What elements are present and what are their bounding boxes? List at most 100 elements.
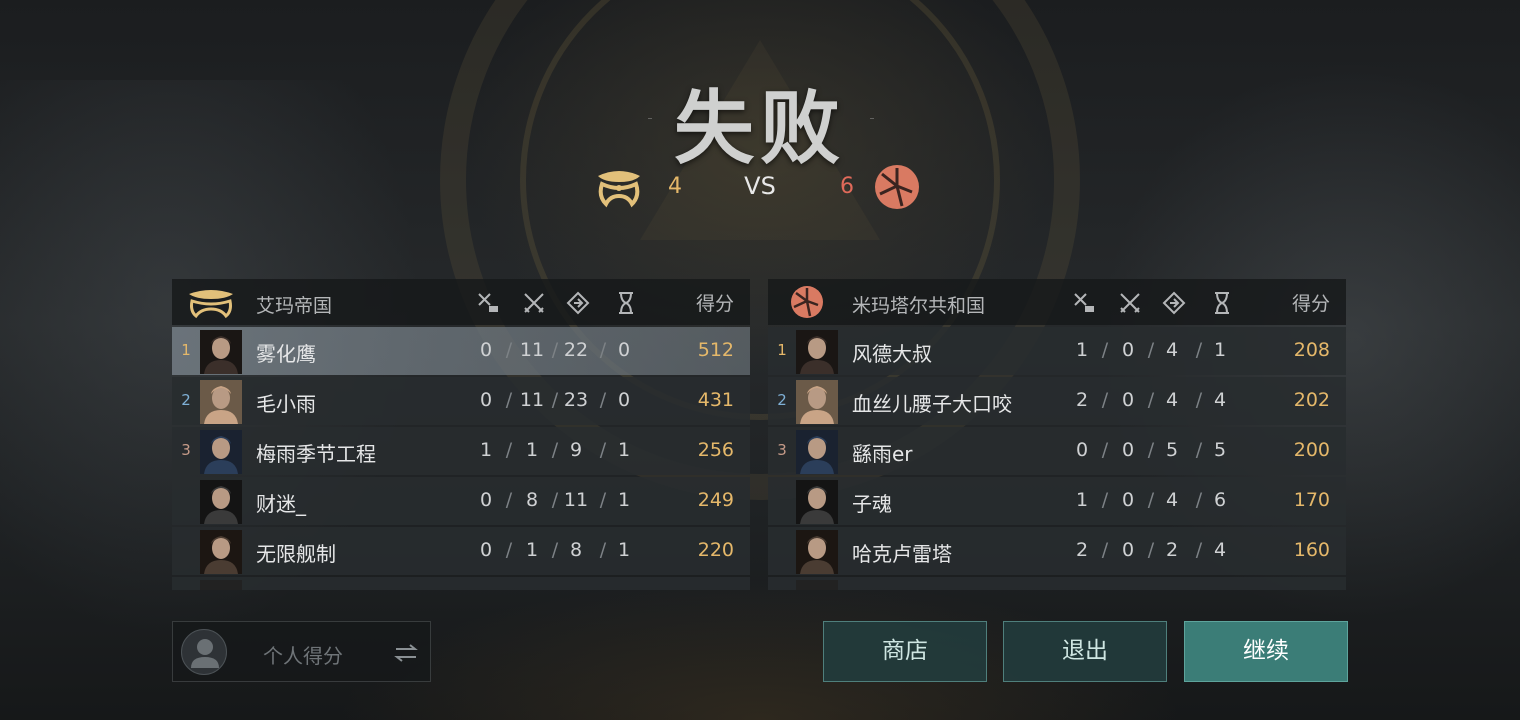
hourglass-icon xyxy=(1215,292,1229,314)
shop-button[interactable]: 商店 xyxy=(823,621,987,682)
player-stat-4: 6 xyxy=(1213,489,1227,511)
amarr-emblem-icon xyxy=(189,290,233,319)
player-stat-1: 1 xyxy=(1075,489,1089,511)
stat-separator: / xyxy=(599,539,607,561)
player-name: 财迷_ xyxy=(256,492,306,516)
player-stats: 2 0 4 4// / xyxy=(1068,389,1238,413)
pilot-portrait-icon xyxy=(200,530,242,574)
stat-separator: / xyxy=(1101,389,1109,411)
player-name: 梅雨季节工程 xyxy=(256,442,376,466)
quit-button[interactable]: 退出 xyxy=(1003,621,1167,682)
left-team-panel: 艾玛帝国 得分 1 雾化鹰 0 11 22 0///512 2 毛小雨 0 11 23 0///431… xyxy=(172,279,750,590)
avatar xyxy=(181,629,227,675)
player-stat-1: 0 xyxy=(479,489,493,511)
player-row[interactable]: 3 梅雨季节工程 1 1 9 1///256 xyxy=(172,427,750,475)
hourglass-icon xyxy=(619,292,633,314)
left-team-name: 艾玛帝国 xyxy=(256,295,333,317)
player-stat-4: 1 xyxy=(617,439,631,461)
player-stat-2: 0 xyxy=(1121,489,1135,511)
player-rank: 3 xyxy=(181,441,191,459)
player-stats: 1 1 9 1// / xyxy=(472,439,642,463)
player-stat-1: 2 xyxy=(1075,389,1089,411)
right-team-score: 6 xyxy=(840,174,854,199)
pilot-portrait-icon xyxy=(200,480,242,524)
player-name: 哈克卢雷塔 xyxy=(852,542,952,566)
player-row[interactable]: 3 繇雨er 0 0 5 5///200 xyxy=(768,427,1346,475)
continue-button[interactable]: 继续 xyxy=(1184,621,1348,682)
crossed-swords-icon xyxy=(524,293,544,313)
stat-separator: / xyxy=(1147,489,1155,511)
player-stat-1: 2 xyxy=(1075,539,1089,561)
minmatar-emblem-icon xyxy=(875,165,919,209)
player-rank: 2 xyxy=(777,391,787,409)
player-stats: 0 11 23 0// / xyxy=(472,389,642,413)
player-row[interactable]: 2 毛小雨 0 11 23 0///431 xyxy=(172,377,750,425)
player-avatar xyxy=(200,430,242,474)
player-avatar xyxy=(200,330,242,374)
player-stat-1: 0 xyxy=(1075,439,1089,461)
diamond-arrow-icon xyxy=(1162,291,1186,315)
player-stat-2: 1 xyxy=(525,439,539,461)
left-team-score: 4 xyxy=(668,174,682,199)
right-team-header: 米玛塔尔共和国 得分 xyxy=(768,279,1346,325)
pilot-portrait-icon xyxy=(796,530,838,574)
stat-separator: / xyxy=(1101,489,1109,511)
player-stat-1: 0 xyxy=(479,539,493,561)
stat-separator: / xyxy=(1195,339,1203,361)
player-score: 249 xyxy=(697,489,734,511)
player-score: 160 xyxy=(1293,539,1330,561)
player-avatar xyxy=(796,580,838,590)
stat-separator: / xyxy=(1147,439,1155,461)
player-score: 200 xyxy=(1293,439,1330,461)
player-stat-4: 4 xyxy=(1213,539,1227,561)
player-stats: 0 0 5 5// / xyxy=(1068,439,1238,463)
pilot-portrait-icon xyxy=(796,430,838,474)
pilot-portrait-icon xyxy=(796,330,838,374)
player-avatar xyxy=(200,530,242,574)
player-row[interactable]: 哈克卢雷塔 2 0 2 4///160 xyxy=(768,527,1346,575)
pilot-portrait-icon xyxy=(200,330,242,374)
player-row[interactable]: 无限舰制 0 1 8 1///220 xyxy=(172,527,750,575)
stat-separator: / xyxy=(1147,389,1155,411)
player-row[interactable]: 财迷_ 0 8 11 1///249 xyxy=(172,477,750,525)
swap-arrows-icon[interactable] xyxy=(393,640,419,666)
player-stat-1: 1 xyxy=(479,439,493,461)
player-stat-2: 1 xyxy=(525,539,539,561)
personal-score-toggle[interactable]: 个人得分 xyxy=(172,621,431,682)
stat-separator: / xyxy=(599,439,607,461)
player-row-partial[interactable] xyxy=(768,577,1346,590)
left-team-header: 艾玛帝国 得分 xyxy=(172,279,750,325)
player-row-partial[interactable] xyxy=(172,577,750,590)
player-row[interactable]: 1 雾化鹰 0 11 22 0///512 xyxy=(172,327,750,375)
stat-separator: / xyxy=(1195,439,1203,461)
player-name: 雾化鹰 xyxy=(256,342,316,366)
player-row[interactable]: 1 风德大叔 1 0 4 1///208 xyxy=(768,327,1346,375)
player-score: 220 xyxy=(697,539,734,561)
player-score: 170 xyxy=(1293,489,1330,511)
player-rank: 1 xyxy=(777,341,787,359)
stat-separator: / xyxy=(1101,339,1109,361)
player-avatar xyxy=(200,380,242,424)
team-score-row: 4 VS 6 xyxy=(590,162,930,212)
player-stat-2: 0 xyxy=(1121,389,1135,411)
pilot-portrait-icon xyxy=(200,380,242,424)
vs-label: VS xyxy=(744,172,776,200)
player-stats: 1 0 4 6// / xyxy=(1068,489,1238,513)
kill-assist-icon xyxy=(478,293,498,312)
stat-separator: / xyxy=(1147,339,1155,361)
stat-separator: / xyxy=(599,489,607,511)
stat-separator: / xyxy=(505,339,513,361)
diamond-arrow-icon xyxy=(566,291,590,315)
player-row[interactable]: 2 血丝儿腰子大口咬 2 0 4 4///202 xyxy=(768,377,1346,425)
player-stat-4: 4 xyxy=(1213,389,1227,411)
player-avatar xyxy=(796,380,838,424)
player-row[interactable]: 子魂 1 0 4 6///170 xyxy=(768,477,1346,525)
player-stats: 1 0 4 1// / xyxy=(1068,339,1238,363)
stat-separator: / xyxy=(505,389,513,411)
player-avatar xyxy=(796,330,838,374)
stat-separator: / xyxy=(551,439,559,461)
player-avatar xyxy=(796,530,838,574)
player-name: 血丝儿腰子大口咬 xyxy=(852,392,1012,416)
stat-separator: / xyxy=(1195,389,1203,411)
player-stat-4: 1 xyxy=(1213,339,1227,361)
